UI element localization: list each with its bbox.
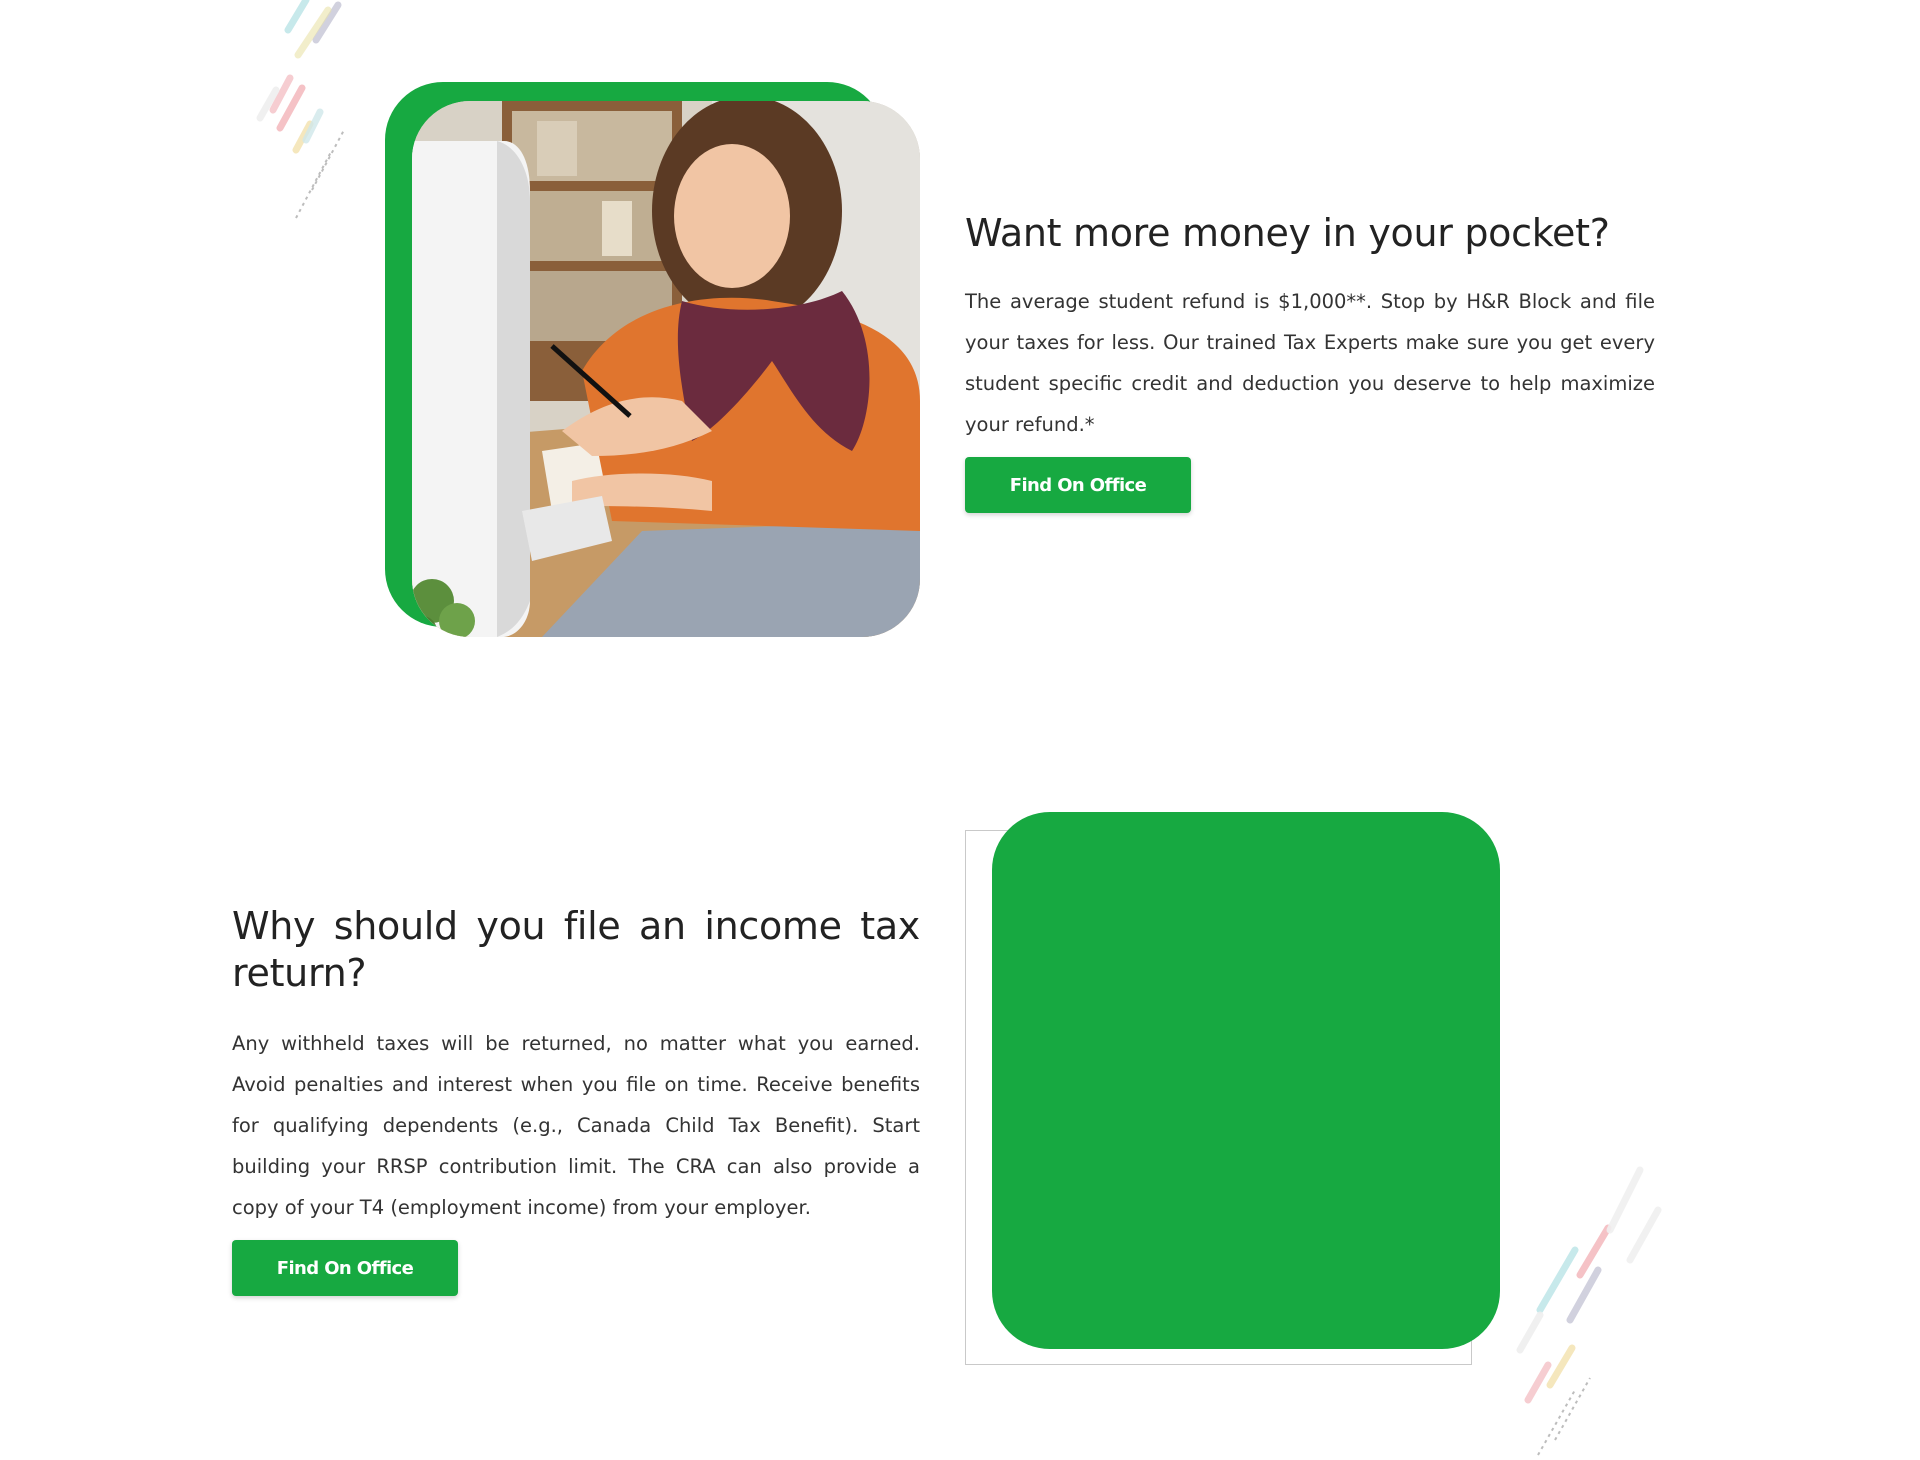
refund-description: The average student refund is $1,000**. … [965,290,1655,436]
find-office-button[interactable]: Find On Office [965,457,1191,513]
why-file-description: Any withheld taxes will be returned, no … [232,1032,920,1219]
why-file-section-text: Why should you file an income tax return… [232,903,920,1296]
refund-section-text: Want more money in your pocket? The aver… [965,210,1655,513]
why-file-heading: Why should you file an income tax return… [232,904,920,995]
student-photo [412,101,920,637]
find-office-button-secondary[interactable]: Find On Office [232,1240,458,1296]
refund-heading: Want more money in your pocket? [965,211,1610,255]
image-accent-block [992,812,1500,1349]
decorative-dash-pattern-bottom [1516,1166,1662,1456]
